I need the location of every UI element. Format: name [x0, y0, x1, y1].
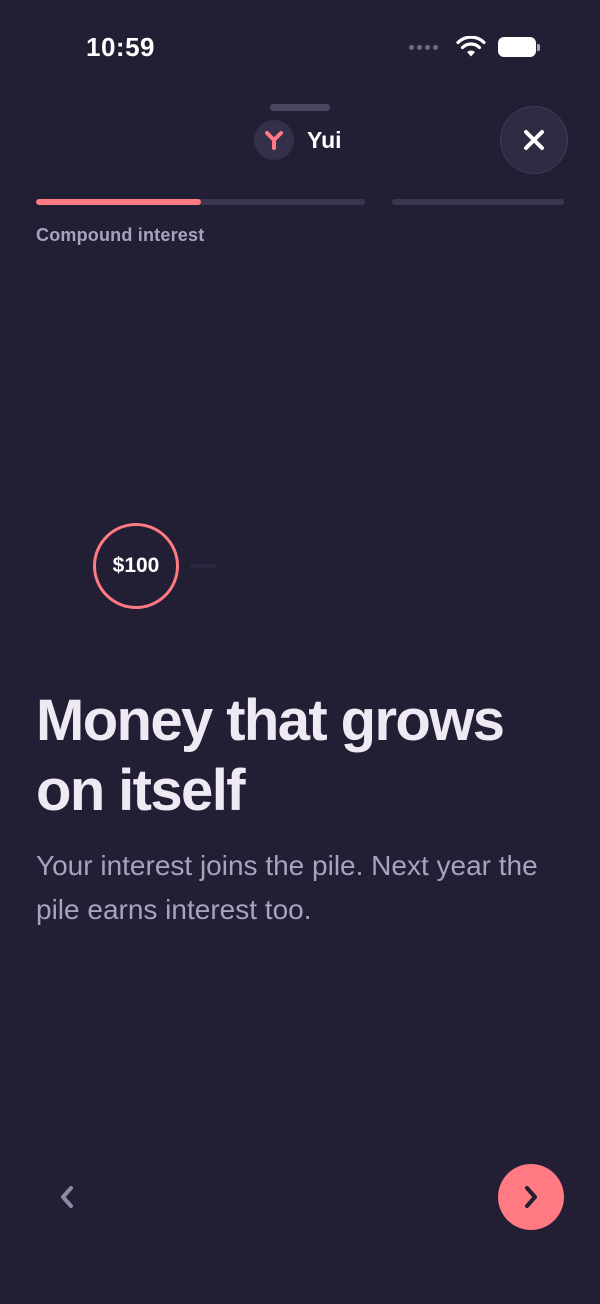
lesson-screen: 10:59 Yui Compound interest $100 Money t… — [0, 0, 600, 1304]
prev-button[interactable] — [44, 1174, 90, 1220]
progress-fill-1 — [36, 199, 201, 205]
progress-segment-2 — [392, 199, 564, 205]
coin-label: $100 — [112, 554, 160, 577]
section-label: Compound interest — [36, 225, 205, 245]
status-time: 10:59 — [86, 32, 155, 62]
brand: Yui — [254, 120, 342, 160]
yui-logo-icon — [254, 120, 294, 160]
signal-dots-icon — [409, 44, 438, 50]
wifi-icon — [456, 36, 486, 57]
coin-trail — [190, 564, 216, 568]
body-text: Your interest joins the pile. Next year … — [36, 850, 538, 925]
progress-segment-1 — [36, 199, 365, 205]
close-button[interactable] — [500, 106, 568, 174]
brand-name: Yui — [307, 126, 342, 153]
close-icon — [524, 130, 544, 150]
coin-circle: $100 — [93, 523, 179, 609]
status-icons — [409, 36, 540, 58]
next-button[interactable] — [498, 1164, 564, 1230]
chevron-left-icon — [61, 1186, 73, 1208]
battery-icon — [498, 37, 540, 57]
headline: Money that grows on itself — [36, 688, 505, 823]
chevron-right-icon — [525, 1186, 537, 1208]
sheet-grabber[interactable] — [270, 104, 330, 111]
